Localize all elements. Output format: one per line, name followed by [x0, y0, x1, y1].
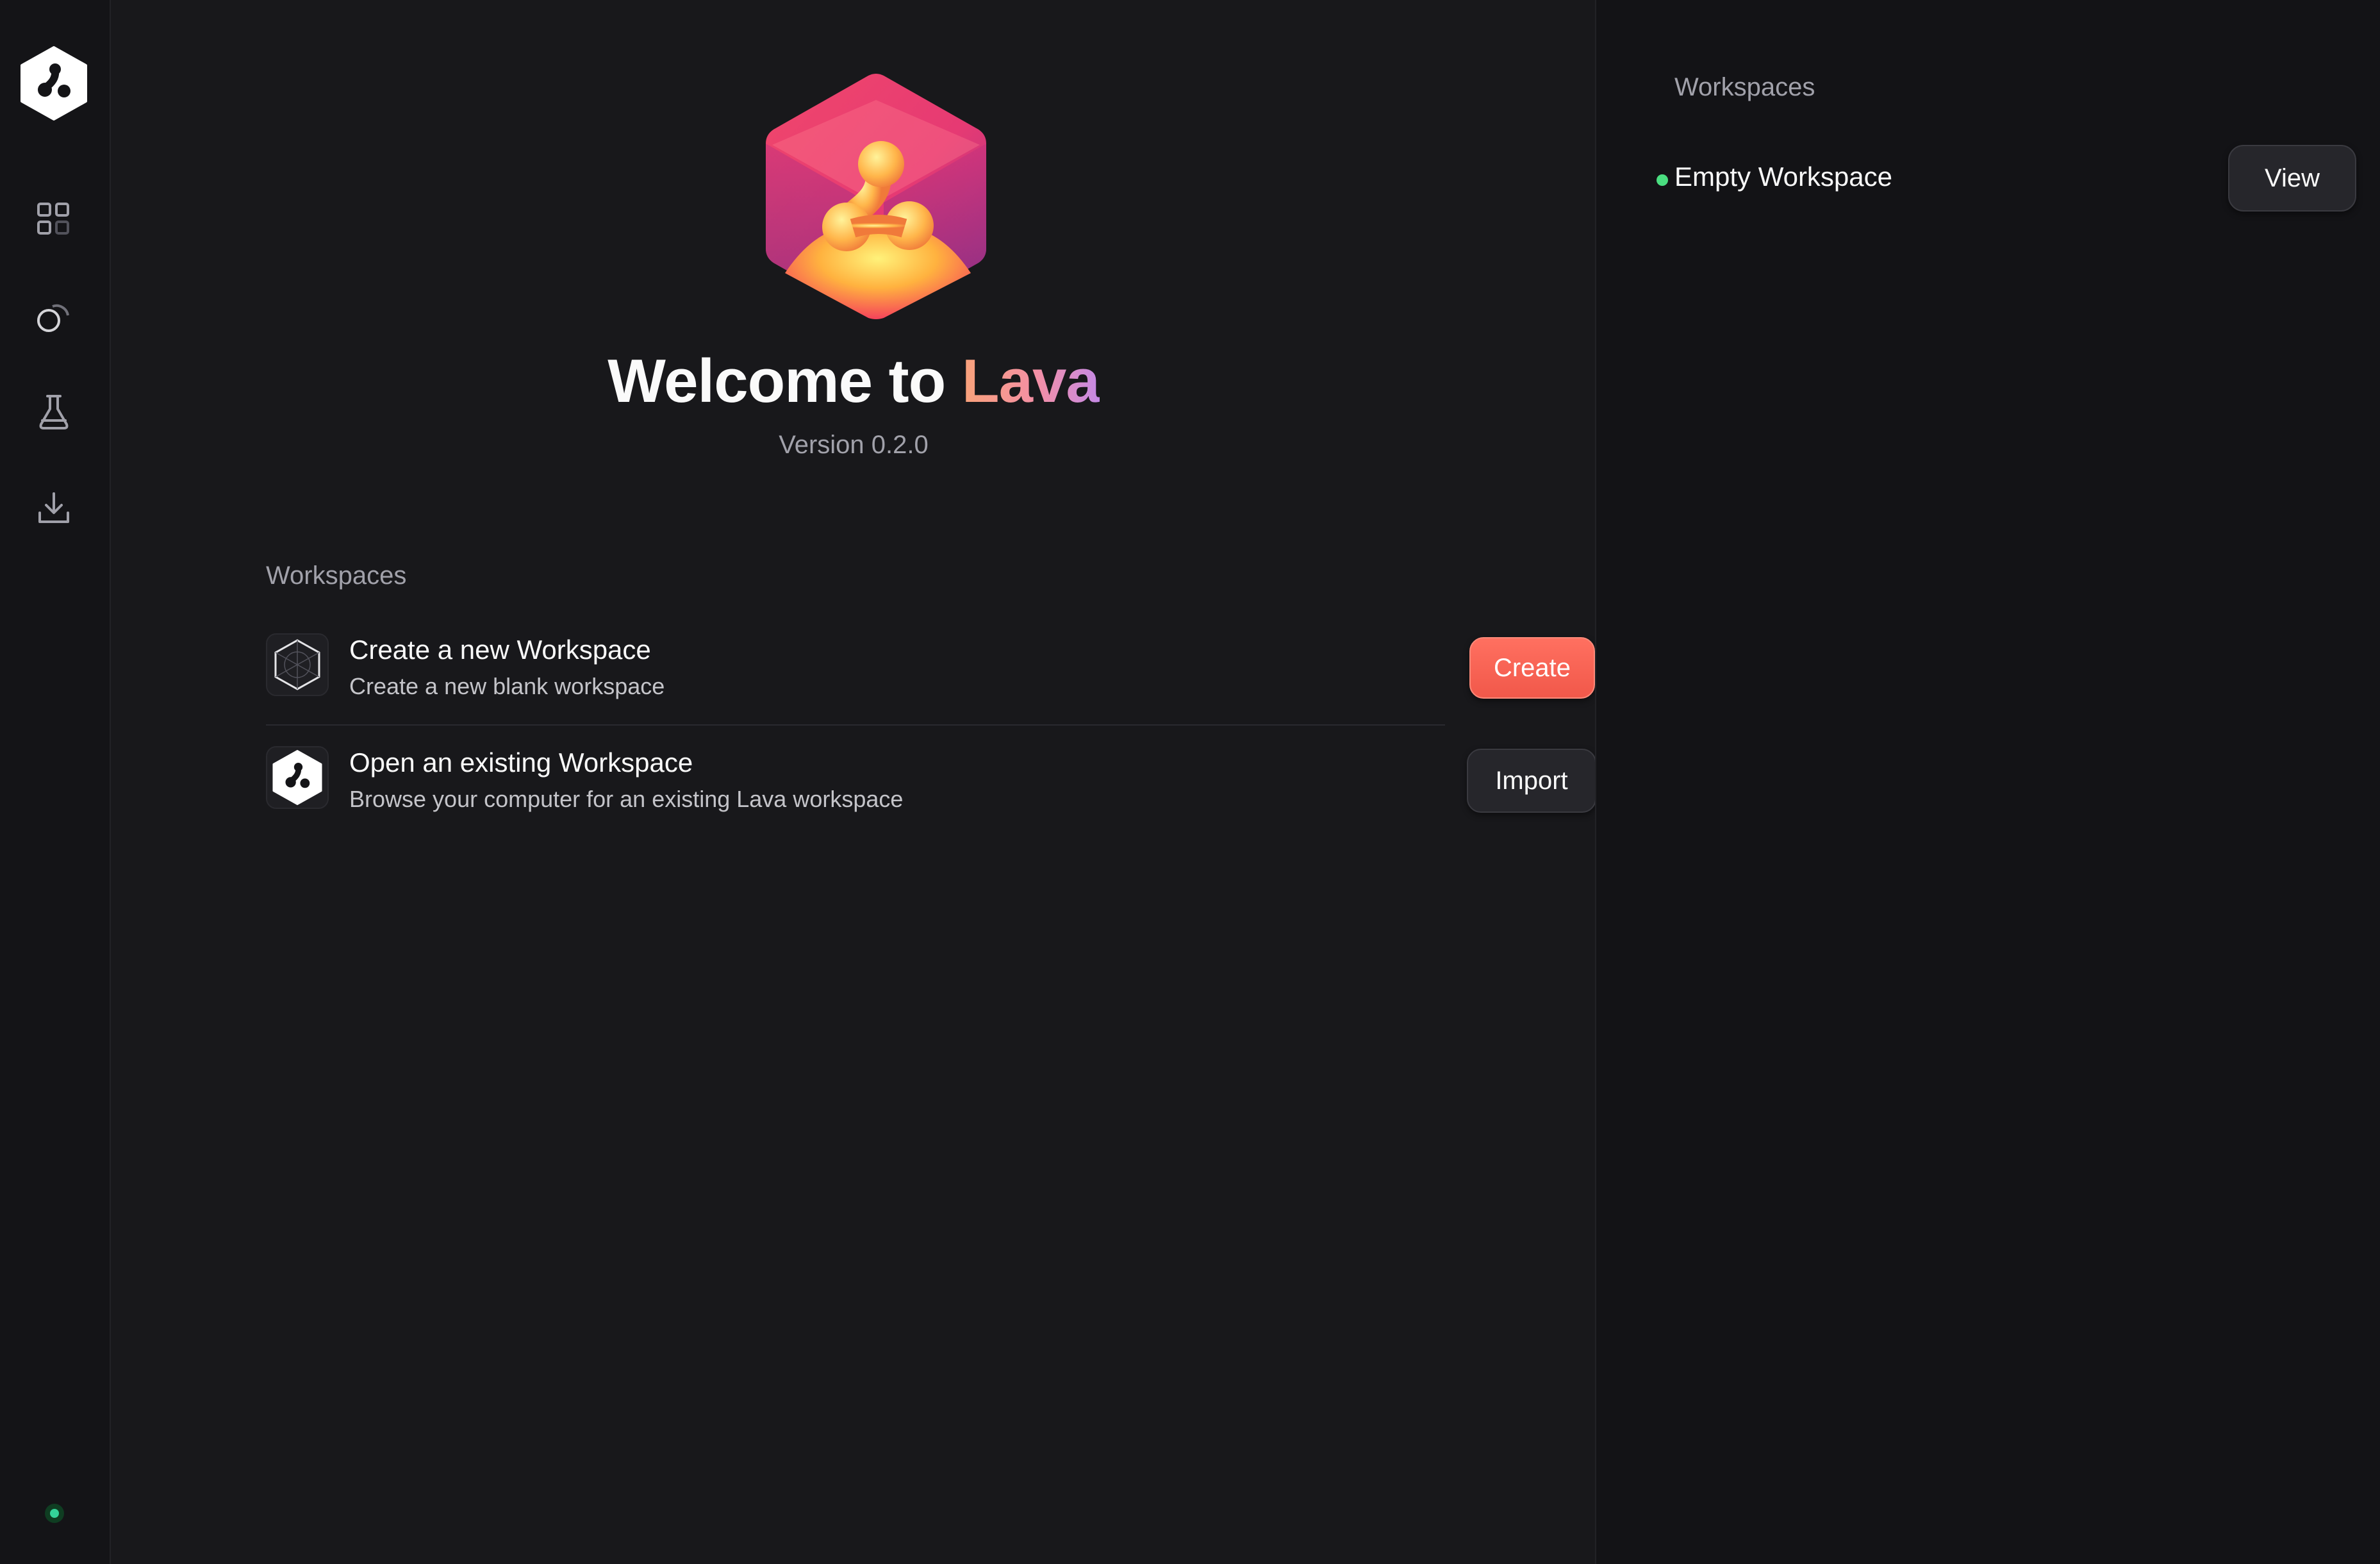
create-button[interactable]: Create: [1469, 637, 1595, 699]
flask-icon[interactable]: [29, 387, 78, 436]
status-dot: [50, 1509, 59, 1518]
import-button[interactable]: Import: [1467, 749, 1596, 813]
main-content: Welcome to Lava Version 0.2.0 Workspaces…: [112, 0, 1596, 1564]
version-label: Version 0.2.0: [779, 431, 929, 459]
open-workspace-title: Open an existing Workspace: [349, 747, 693, 778]
lava-logo-icon[interactable]: [19, 46, 88, 121]
page-title: Welcome to Lava: [112, 346, 1595, 417]
app-window: Welcome to Lava Version 0.2.0 Workspaces…: [0, 0, 2380, 1564]
workspaces-panel: Workspaces Empty Workspace View: [1595, 0, 2380, 1564]
brand-name: Lava: [961, 347, 1100, 415]
row-divider: [266, 724, 1445, 726]
workspace-status-dot: [1657, 174, 1668, 186]
hexagon-grid-icon: [266, 633, 329, 696]
status-indicator: [45, 1504, 64, 1523]
view-button[interactable]: View: [2228, 145, 2356, 212]
shapes-icon[interactable]: [29, 292, 78, 341]
create-workspace-title: Create a new Workspace: [349, 635, 651, 665]
lava-hero-logo: [727, 68, 1009, 324]
lava-logo-icon: [266, 746, 329, 809]
download-icon[interactable]: [29, 483, 78, 532]
sidebar: [0, 0, 111, 1564]
open-workspace-row: Open an existing Workspace Browse your c…: [266, 741, 1596, 837]
workspace-list-item: Empty Workspace View: [1648, 145, 2365, 212]
create-workspace-subtitle: Create a new blank workspace: [349, 673, 665, 699]
workspaces-section-label: Workspaces: [266, 562, 407, 590]
create-workspace-row: Create a new Workspace Create a new blan…: [266, 628, 1595, 724]
dashboard-icon[interactable]: [29, 195, 78, 244]
workspaces-panel-title: Workspaces: [1674, 73, 1815, 101]
open-workspace-subtitle: Browse your computer for an existing Lav…: [349, 786, 904, 812]
workspace-name: Empty Workspace: [1674, 162, 1892, 192]
welcome-prefix: Welcome to: [607, 347, 962, 415]
